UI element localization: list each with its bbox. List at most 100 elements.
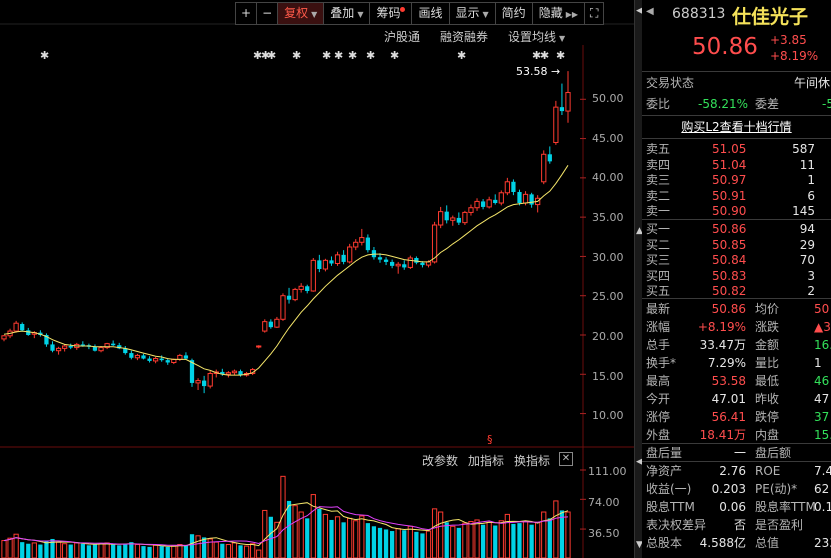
candle-body xyxy=(141,355,146,359)
caret-down-icon: ▼ xyxy=(482,10,489,19)
l2-upgrade-link[interactable]: 购买L2查看十档行情 xyxy=(642,118,831,136)
stat-row: 最新 50.86 均价 50 xyxy=(642,300,831,318)
candle-body xyxy=(129,353,134,358)
jianyue-button[interactable]: 简约 xyxy=(496,3,533,24)
stat-value: 233. xyxy=(814,536,831,550)
event-marker-icon[interactable]: ✱ xyxy=(40,49,49,62)
price-tick: 10.00 xyxy=(592,409,624,422)
candle-body xyxy=(183,355,189,359)
candle-body xyxy=(365,237,370,251)
event-marker-icon[interactable]: ✱ xyxy=(334,49,343,62)
event-marker-icon[interactable]: ✱ xyxy=(457,49,466,62)
stat-label: 总值 xyxy=(755,536,780,550)
event-marker-icon[interactable]: ✱ xyxy=(366,49,375,62)
divider xyxy=(642,138,831,139)
ask-level[interactable]: 卖一 50.90 145 xyxy=(642,202,831,220)
volume-bar xyxy=(268,516,273,558)
event-marker-icon[interactable]: ✱ xyxy=(292,49,301,62)
volume-bar xyxy=(231,542,238,558)
candle-body xyxy=(286,295,292,300)
stat-label: 最新 xyxy=(646,302,671,316)
stat-value: +8.19% xyxy=(697,320,746,334)
volume-bar xyxy=(462,522,468,558)
event-marker-icon[interactable]: ✱ xyxy=(348,49,357,62)
stat-value: 56.41 xyxy=(711,410,746,424)
candle-body xyxy=(334,254,341,265)
status-value: 午间休 xyxy=(794,76,831,90)
stat-row: 最高 53.58 最低 46 xyxy=(642,372,831,390)
chouma-button[interactable]: 筹码 xyxy=(370,3,413,24)
stat-value: 4.588亿 xyxy=(699,536,746,550)
candle-body xyxy=(310,259,316,292)
back-icon[interactable]: ◀ xyxy=(646,6,654,17)
price-tick: 30.00 xyxy=(592,251,624,264)
close-icon[interactable]: ✕ xyxy=(559,452,573,466)
price-tick: 40.00 xyxy=(592,171,624,184)
volume-bar xyxy=(117,545,122,558)
switch-indicator-button[interactable]: 换指标 xyxy=(514,452,550,469)
add-indicator-button[interactable]: 加指标 xyxy=(468,452,504,469)
candle-body xyxy=(268,321,273,328)
volume-bar xyxy=(553,500,559,558)
diejia-button[interactable]: 叠加 ▼ xyxy=(324,3,371,24)
caret-down-icon: ▼ xyxy=(559,34,566,43)
event-marker-icon[interactable]: ✱ xyxy=(556,49,565,62)
fuquan-button[interactable]: 复权 ▼ xyxy=(278,3,325,24)
candle-body xyxy=(147,358,152,361)
ma-settings-link[interactable]: 设置均线 ▼ xyxy=(508,28,565,45)
level-volume: 145 xyxy=(792,204,815,218)
change-params-button[interactable]: 改参数 xyxy=(422,452,458,469)
kline-chart[interactable] xyxy=(0,0,634,558)
weibi-value: -58.21% xyxy=(698,97,749,111)
max-price-annotation: 53.58 → xyxy=(516,65,561,78)
rongzi-link[interactable]: 融资融券 xyxy=(440,28,488,45)
volume-bar xyxy=(286,500,292,558)
event-marker-icon[interactable]: ✱ xyxy=(322,49,331,62)
stat-value: ▲3 xyxy=(814,320,831,334)
yincang-button[interactable]: 隐藏 ▶▶ xyxy=(533,3,586,24)
event-marker-icon[interactable]: ✱ xyxy=(267,49,276,62)
stat-row: 涨幅 +8.19% 涨跌 ▲3 xyxy=(642,318,831,336)
volume-bar xyxy=(517,523,522,558)
volume-bar xyxy=(189,534,195,558)
volume-bar xyxy=(493,525,498,558)
double-chevron-right-icon: ▶▶ xyxy=(565,10,579,19)
volume-bar xyxy=(371,526,377,558)
candle-body xyxy=(402,264,407,268)
stat-value: 37 xyxy=(814,410,830,424)
caret-down-icon: ▼ xyxy=(357,10,364,19)
stat-row: 净资产 2.76 ROE 7.4 xyxy=(642,462,831,480)
candle-body xyxy=(280,295,286,320)
xianshi-button[interactable]: 显示 ▼ xyxy=(450,3,496,24)
stat-value: 47 xyxy=(814,392,830,406)
candle-body xyxy=(474,200,480,209)
ma-line xyxy=(3,165,569,376)
event-marker-icon[interactable]: ✱ xyxy=(390,49,399,62)
kline-chart-area[interactable]: + − 复权 ▼ 叠加 ▼ 筹码 画线 显示 ▼ 简约 隐藏 ▶▶ ⛶ 沪股通 融资融券… xyxy=(0,0,634,558)
expand-icon[interactable]: ⛶ xyxy=(585,3,603,24)
candle-body xyxy=(225,372,232,375)
hugutong-link[interactable]: 沪股通 xyxy=(384,28,420,45)
candle-body xyxy=(134,354,141,359)
candle-body xyxy=(541,153,547,183)
candle-body xyxy=(50,344,55,351)
candle-body xyxy=(298,285,304,290)
zoom-out-button[interactable]: − xyxy=(257,3,279,24)
event-marker-icon[interactable]: ✱ xyxy=(540,49,549,62)
stock-name: 仕佳光子 xyxy=(732,6,809,28)
volume-bar xyxy=(243,545,250,558)
stat-value: 62 xyxy=(814,482,830,496)
candle-body xyxy=(377,257,383,260)
volume-bar xyxy=(322,513,329,558)
volume-bar xyxy=(68,544,73,558)
max-price-label: 53.58 xyxy=(516,65,548,78)
candle-body xyxy=(262,321,268,332)
zoom-in-button[interactable]: + xyxy=(236,3,258,24)
huaxian-button[interactable]: 画线 xyxy=(412,3,450,24)
volume-bar xyxy=(456,527,461,558)
last-price: 50.86 xyxy=(692,34,758,60)
volume-bar xyxy=(44,541,49,558)
candle-body xyxy=(414,258,419,263)
volume-bar xyxy=(547,518,552,558)
volume-bar xyxy=(444,522,449,558)
